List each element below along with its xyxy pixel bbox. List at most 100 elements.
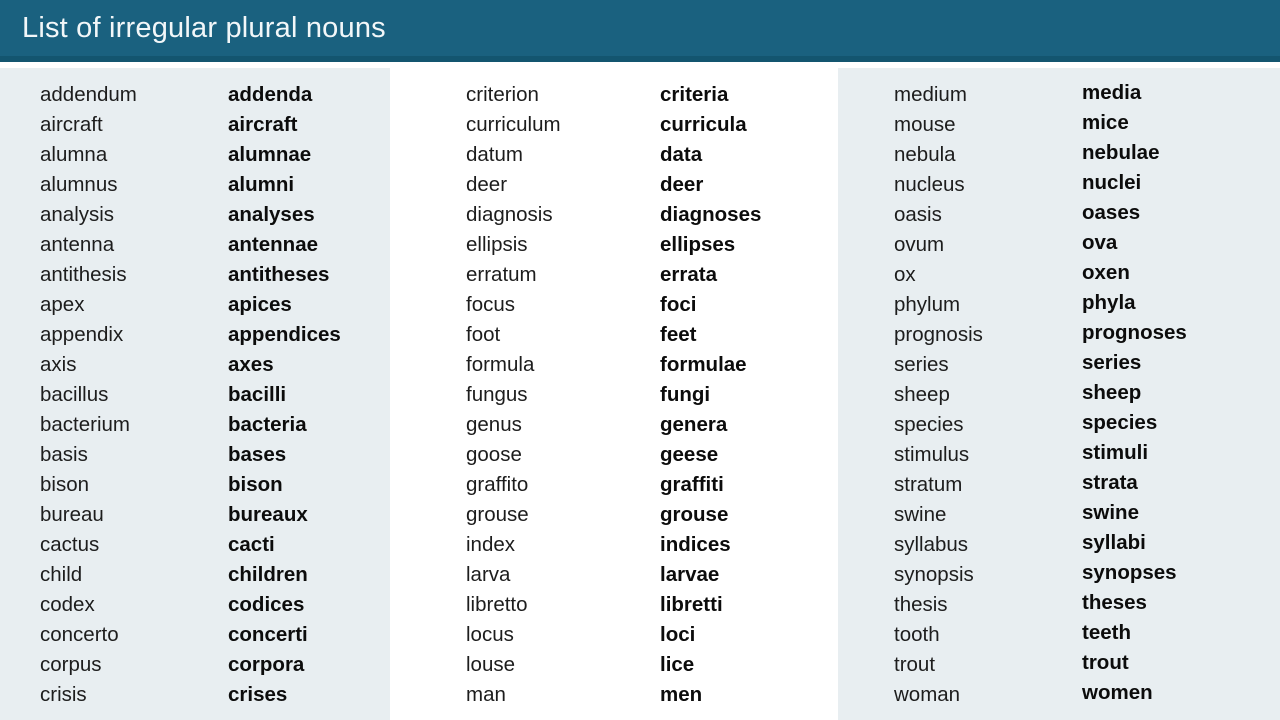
plural-word: errata xyxy=(660,263,717,286)
plural-word: species xyxy=(1082,411,1158,434)
singular-word: axis xyxy=(40,353,77,376)
singular-word: nucleus xyxy=(894,173,965,196)
singular-word: focus xyxy=(466,293,515,316)
singular-word: alumna xyxy=(40,143,108,166)
singular-word: bureau xyxy=(40,503,104,526)
singular-column-2: criterion curriculum datum deer diagnosis ell… xyxy=(466,80,561,710)
singular-word: trout xyxy=(894,653,936,676)
singular-word: antithesis xyxy=(40,263,127,286)
singular-word: stimulus xyxy=(894,443,970,466)
plural-word: children xyxy=(228,563,308,586)
singular-word: synopsis xyxy=(894,563,974,586)
singular-word: larva xyxy=(466,563,511,586)
plural-word: geese xyxy=(660,443,719,466)
plural-word: loci xyxy=(660,623,696,646)
plural-word: diagnoses xyxy=(660,203,762,226)
plural-word: trout xyxy=(1082,651,1129,674)
plural-word: nebulae xyxy=(1082,141,1160,164)
singular-word: louse xyxy=(466,653,516,676)
plural-word: graffiti xyxy=(660,473,724,496)
plural-word: addenda xyxy=(228,83,313,106)
singular-word: erratum xyxy=(466,263,537,286)
plural-word: genera xyxy=(660,413,728,436)
plural-word: cacti xyxy=(228,533,275,556)
plural-word: bacteria xyxy=(228,413,307,436)
singular-word: woman xyxy=(894,683,961,706)
title-bar-underline xyxy=(0,56,1280,62)
singular-word: crisis xyxy=(40,683,87,706)
singular-word: formula xyxy=(466,353,535,376)
plural-word: syllabi xyxy=(1082,531,1146,554)
plural-word: alumnae xyxy=(228,143,312,166)
singular-word: codex xyxy=(40,593,95,616)
plural-word: criteria xyxy=(660,83,729,106)
plural-word: bureaux xyxy=(228,503,308,526)
plural-word: strata xyxy=(1082,471,1138,494)
singular-word: criterion xyxy=(466,83,539,106)
singular-word: bison xyxy=(40,473,90,496)
plural-word: concerti xyxy=(228,623,308,646)
plural-word: corpora xyxy=(228,653,305,676)
singular-word: concerto xyxy=(40,623,119,646)
plural-word: men xyxy=(660,683,703,706)
singular-word: alumnus xyxy=(40,173,118,196)
plural-column-2: criteria curricula data deer diagnoses ellips… xyxy=(660,80,761,710)
singular-word: tooth xyxy=(894,623,940,646)
plural-word: curricula xyxy=(660,113,747,136)
word-panel-c-to-m: criterion curriculum datum deer diagnosis ell… xyxy=(390,68,838,720)
singular-word: cactus xyxy=(40,533,100,556)
singular-word: bacillus xyxy=(40,383,109,406)
plural-word: synopses xyxy=(1082,561,1177,584)
singular-word: mouse xyxy=(894,113,956,136)
singular-word: aircraft xyxy=(40,113,103,136)
plural-word: data xyxy=(660,143,703,166)
singular-column-3: medium mouse nebula nucleus oasis ovum ox phylu… xyxy=(894,80,983,710)
plural-word: antennae xyxy=(228,233,318,256)
plural-word: lice xyxy=(660,653,695,676)
singular-word: libretto xyxy=(466,593,528,616)
plural-word: apices xyxy=(228,293,292,316)
word-panel-m-to-w: medium mouse nebula nucleus oasis ovum ox phylu… xyxy=(838,68,1280,720)
plural-word: indices xyxy=(660,533,731,556)
plural-word: larvae xyxy=(660,563,720,586)
plural-word: prognoses xyxy=(1082,321,1187,344)
plural-word: women xyxy=(1082,681,1153,704)
plural-word: ellipses xyxy=(660,233,736,256)
singular-word: diagnosis xyxy=(466,203,553,226)
singular-word: medium xyxy=(894,83,967,106)
singular-word: prognosis xyxy=(894,323,983,346)
plural-word: oases xyxy=(1082,201,1141,224)
singular-word: bacterium xyxy=(40,413,131,436)
plural-word: feet xyxy=(660,323,697,346)
singular-word: thesis xyxy=(894,593,948,616)
plural-column-3: media mice nebulae nuclei oases ova oxen phyla p… xyxy=(1082,78,1187,708)
singular-word: man xyxy=(466,683,506,706)
singular-word: ovum xyxy=(894,233,945,256)
plural-word: bacilli xyxy=(228,383,287,406)
singular-word: basis xyxy=(40,443,88,466)
plural-word: alumni xyxy=(228,173,295,196)
singular-word: grouse xyxy=(466,503,529,526)
plural-word: codices xyxy=(228,593,305,616)
page-title: List of irregular plural nouns xyxy=(22,12,386,44)
singular-word: addendum xyxy=(40,83,137,106)
plural-word: mice xyxy=(1082,111,1129,134)
plural-word: ova xyxy=(1082,231,1118,254)
plural-word: libretti xyxy=(660,593,723,616)
plural-word: theses xyxy=(1082,591,1147,614)
singular-word: apex xyxy=(40,293,85,316)
plural-word: crises xyxy=(228,683,288,706)
plural-word: aircraft xyxy=(228,113,298,136)
singular-word: child xyxy=(40,563,83,586)
singular-word: oasis xyxy=(894,203,942,226)
plural-column-1: addenda aircraft alumnae alumni analyses ante… xyxy=(228,80,341,710)
plural-word: stimuli xyxy=(1082,441,1149,464)
plural-word: nuclei xyxy=(1082,171,1142,194)
plural-word: grouse xyxy=(660,503,729,526)
plural-word: deer xyxy=(660,173,704,196)
singular-word: genus xyxy=(466,413,522,436)
singular-word: deer xyxy=(466,173,508,196)
plural-word: teeth xyxy=(1082,621,1131,644)
plural-word: fungi xyxy=(660,383,711,406)
singular-column-1: addendum aircraft alumna alumnus analysis ant… xyxy=(40,80,137,710)
